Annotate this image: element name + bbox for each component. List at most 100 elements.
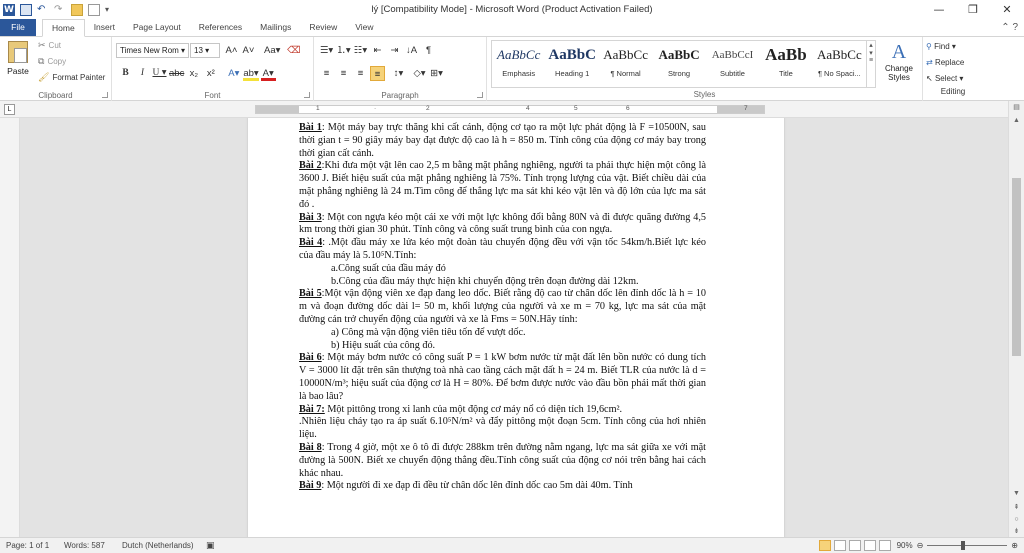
outline-icon[interactable] — [864, 540, 876, 551]
superscript-icon[interactable]: x² — [203, 66, 218, 81]
zoom-level[interactable]: 90% — [897, 538, 913, 553]
underline-icon[interactable]: U ▾ — [152, 66, 167, 81]
style-normal[interactable]: AaBbCc ¶ Normal — [599, 41, 652, 87]
style-title[interactable]: AaBb Title — [759, 41, 812, 87]
ribbon-help-icons[interactable]: ⌃ ? — [1001, 22, 1018, 33]
macro-icon[interactable]: ▣ — [206, 538, 215, 553]
zoom-slider-knob[interactable] — [961, 541, 966, 550]
save-icon[interactable] — [20, 3, 32, 16]
draft-icon[interactable] — [879, 540, 891, 551]
style-emphasis[interactable]: AaBbCc Emphasis — [492, 41, 545, 87]
paragraph-group-label: Paragraph — [381, 91, 419, 100]
paste-button[interactable]: Paste — [4, 41, 32, 76]
align-center-icon[interactable]: ≡ — [336, 66, 351, 81]
copy-button[interactable]: ⧉ Copy — [38, 56, 66, 67]
justify-icon[interactable]: ≡ — [370, 66, 385, 81]
bullets-icon[interactable]: ☰▾ — [319, 43, 334, 58]
show-marks-icon[interactable]: ¶ — [421, 43, 436, 58]
borders-icon[interactable]: ⊞▾ — [429, 66, 444, 81]
browse-object-icon[interactable]: ○ — [1009, 516, 1024, 523]
vertical-scrollbar[interactable]: ▤ ▲ ▼ ⇞ ○ ⇟ — [1008, 101, 1024, 537]
close-button[interactable]: ✕ — [990, 0, 1024, 19]
align-right-icon[interactable]: ≡ — [353, 66, 368, 81]
highlight-icon[interactable]: ab▾ — [243, 66, 259, 81]
align-left-icon[interactable]: ≡ — [319, 66, 334, 81]
scroll-down-icon[interactable]: ▼ — [1009, 490, 1024, 497]
ribbon-home: Paste ✂ Cut ⧉ Copy 🖌 Format Painter Clipboa… — [0, 37, 1024, 101]
style-strong[interactable]: AaBbC Strong — [652, 41, 705, 87]
font-size-box[interactable]: 13 ▾ — [190, 43, 220, 58]
tab-review[interactable]: Review — [300, 19, 346, 36]
word-count[interactable]: Words: 587 — [64, 538, 105, 553]
restore-button[interactable]: ❐ — [956, 0, 990, 19]
new-document-icon[interactable] — [88, 3, 100, 16]
zoom-in-icon[interactable]: ⊕ — [1011, 538, 1018, 553]
document-page[interactable]: Bài 1: Một máy bay trực thăng khi cất cá… — [248, 118, 784, 537]
scroll-up-icon[interactable]: ▲ — [1009, 117, 1024, 124]
styles-scroll-icon[interactable]: ▴ ▾ ≡ — [866, 41, 875, 87]
clipboard-launcher-icon[interactable] — [102, 92, 108, 98]
minimize-button[interactable]: — — [922, 0, 956, 19]
font-launcher-icon[interactable] — [304, 92, 310, 98]
clear-formatting-icon[interactable]: ⌫ — [286, 43, 301, 58]
horizontal-ruler[interactable]: L 1 · 2 4 5 6 7 — [0, 101, 1024, 118]
language[interactable]: Dutch (Netherlands) — [122, 538, 194, 553]
font-name-box[interactable]: Times New Rom ▾ — [116, 43, 189, 58]
web-layout-icon[interactable] — [849, 540, 861, 551]
next-page-icon[interactable]: ⇟ — [1009, 527, 1024, 535]
open-folder-icon[interactable] — [71, 3, 83, 16]
tab-mailings[interactable]: Mailings — [251, 19, 300, 36]
shading-icon[interactable]: ◇▾ — [412, 66, 427, 81]
styles-gallery: AaBbCc Emphasis AaBbC Heading 1 AaBbCc ¶ No… — [491, 40, 876, 88]
customize-toolbar-icon[interactable]: ▾ — [105, 4, 117, 16]
grow-font-icon[interactable]: A˄ — [224, 43, 239, 58]
tab-page-layout[interactable]: Page Layout — [124, 19, 190, 36]
style-name: ¶ Normal — [610, 69, 641, 78]
style-subtitle[interactable]: AaBbCcI Subtitle — [706, 41, 759, 87]
find-button[interactable]: ⚲ Find ▾ — [923, 39, 980, 55]
subscript-icon[interactable]: x₂ — [186, 66, 201, 81]
italic-icon[interactable]: I — [135, 66, 150, 81]
paragraph-launcher-icon[interactable] — [477, 92, 483, 98]
multilevel-list-icon[interactable]: ☷▾ — [353, 43, 368, 58]
scroll-thumb[interactable] — [1012, 178, 1021, 356]
ruler-toggle-icon[interactable]: ▤ — [1009, 103, 1024, 111]
change-styles-button[interactable]: A Change Styles — [880, 40, 918, 82]
paragraph-row2: ≡ ≡ ≡ ≡ ↕▾ ◇▾ ⊞▾ — [319, 66, 444, 81]
cut-button[interactable]: ✂ Cut — [38, 40, 61, 51]
increase-indent-icon[interactable]: ⇥ — [387, 43, 402, 58]
zoom-out-icon[interactable]: ⊖ — [917, 538, 924, 553]
font-color-icon[interactable]: A▾ — [260, 66, 276, 81]
style-no-spacing[interactable]: AaBbCc ¶ No Spaci... — [813, 41, 866, 87]
tab-view[interactable]: View — [346, 19, 382, 36]
line-spacing-icon[interactable]: ↕▾ — [391, 66, 406, 81]
decrease-indent-icon[interactable]: ⇤ — [370, 43, 385, 58]
tab-insert[interactable]: Insert — [85, 19, 124, 36]
shrink-font-icon[interactable]: A˅ — [241, 43, 256, 58]
tab-file[interactable]: File — [0, 19, 36, 36]
full-screen-icon[interactable] — [834, 540, 846, 551]
format-painter-button[interactable]: 🖌 Format Painter — [38, 72, 105, 83]
word-app-icon[interactable]: W — [3, 3, 15, 16]
zoom-slider[interactable] — [927, 541, 1008, 550]
page-count[interactable]: Page: 1 of 1 — [6, 538, 49, 553]
paste-label: Paste — [7, 66, 29, 76]
tab-selector-icon[interactable]: L — [4, 104, 15, 115]
previous-page-icon[interactable]: ⇞ — [1009, 503, 1024, 511]
undo-icon[interactable]: ↶ — [37, 4, 49, 16]
change-case-icon[interactable]: Aa▾ — [264, 43, 280, 58]
tab-references[interactable]: References — [190, 19, 251, 36]
tab-home[interactable]: Home — [42, 19, 85, 37]
redo-icon[interactable]: ↷ — [54, 4, 66, 16]
strikethrough-icon[interactable]: abc — [169, 66, 184, 81]
print-layout-icon[interactable] — [819, 540, 831, 551]
numbering-icon[interactable]: ⒈▾ — [336, 43, 351, 58]
replace-icon: ⇄ — [926, 58, 933, 67]
replace-button[interactable]: ⇄ Replace — [923, 55, 980, 71]
style-heading-1[interactable]: AaBbC Heading 1 — [545, 41, 598, 87]
document-body[interactable]: Bài 1: Một máy bay trực thăng khi cất cá… — [299, 122, 706, 493]
text-effects-icon[interactable]: A▾ — [226, 66, 241, 81]
sort-icon[interactable]: ↓A — [404, 43, 419, 58]
bold-icon[interactable]: B — [118, 66, 133, 81]
ruler-bar[interactable]: 1 · 2 4 5 6 7 — [255, 105, 765, 114]
